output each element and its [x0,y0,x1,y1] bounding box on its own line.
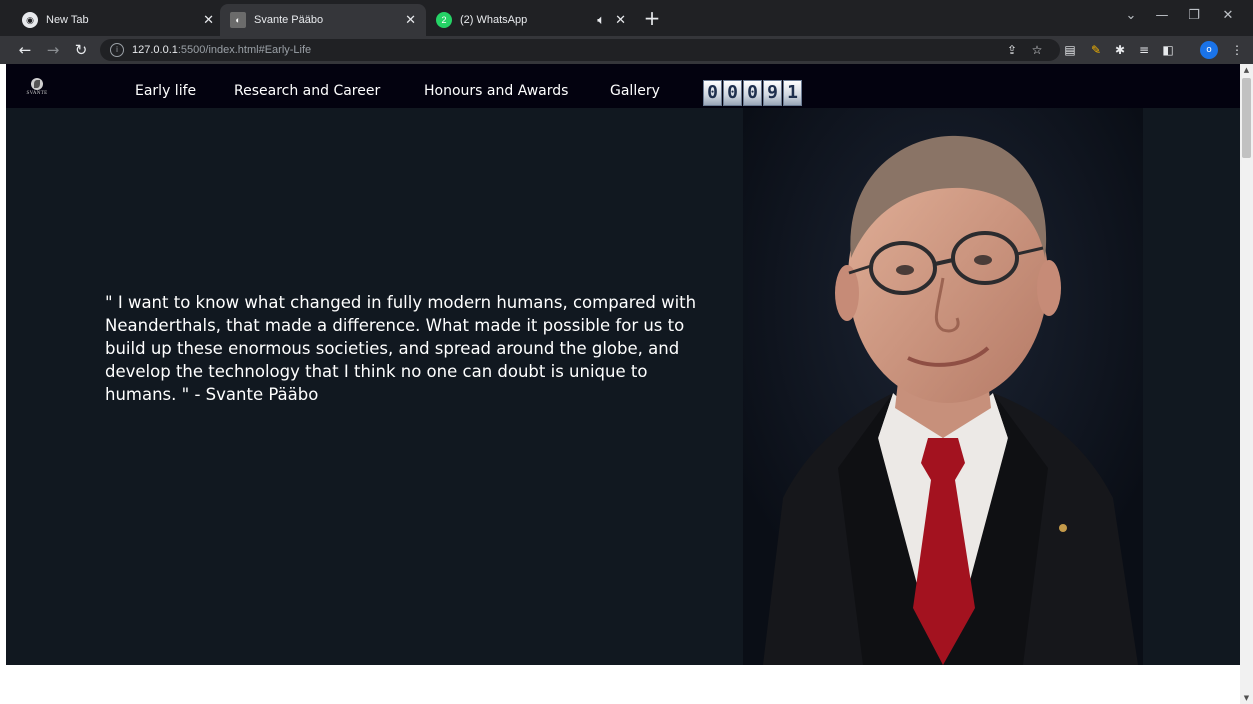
tab-search-chevron-icon[interactable]: ⌄ [1117,4,1145,28]
url-path: :5500/index.html#Early-Life [177,44,312,56]
new-tab-button[interactable]: + [640,6,664,30]
browser-tab-strip: ◉ New Tab ✕ ◐ Svante Pääbo ✕ 2 (2) Whats… [0,0,1253,36]
back-button[interactable]: ← [14,39,36,61]
reading-list-icon[interactable]: ≡ [1134,40,1154,60]
side-panel-icon[interactable]: ◧ [1158,40,1178,60]
minimize-button[interactable]: — [1148,4,1176,28]
profile-avatar[interactable]: o [1200,41,1218,59]
logo-mark-icon [31,78,43,90]
reload-button[interactable]: ↻ [70,39,92,61]
url-host: 127.0.0.1 [132,44,178,56]
scroll-down-arrow-icon[interactable]: ▼ [1240,692,1253,704]
menu-kebab-icon[interactable]: ⋮ [1227,40,1247,60]
site-container: SVANTE Early life Research and Career Ho… [6,64,1240,665]
scroll-up-arrow-icon[interactable]: ▲ [1240,64,1253,76]
tab-title: Svante Pääbo [254,14,324,26]
nav-link-research-and-career[interactable]: Research and Career [234,83,380,99]
tab-title: New Tab [46,14,89,26]
extensions-puzzle-icon[interactable]: ✱ [1110,40,1130,60]
hero-quote: " I want to know what changed in fully m… [105,292,697,404]
tab-whatsapp[interactable]: 2 (2) WhatsApp 🔈︎ ✕ [426,4,636,36]
close-window-button[interactable]: ✕ [1214,4,1242,28]
extension-pen-icon[interactable]: ✎ [1086,40,1106,60]
nav-link-gallery[interactable]: Gallery [610,83,660,99]
tab-svante-paabo[interactable]: ◐ Svante Pääbo ✕ [220,4,426,36]
share-icon[interactable]: ⇪ [1002,40,1022,60]
portrait-illustration [743,108,1143,665]
tab-title: (2) WhatsApp [460,14,528,26]
counter-digit: 1 [783,80,802,106]
browser-toolbar: ← → ↻ i 127.0.0.1 :5500/index.html#Early… [0,36,1253,64]
forward-button[interactable]: → [42,39,64,61]
site-logo[interactable]: SVANTE [24,78,50,100]
nav-link-early-life[interactable]: Early life [135,83,196,99]
counter-digit: 0 [723,80,742,106]
close-tab-icon[interactable]: ✕ [615,12,626,28]
site-navbar: SVANTE Early life Research and Career Ho… [6,64,1240,108]
counter-digit: 0 [703,80,722,106]
counter-digit: 9 [763,80,782,106]
counter-digit: 0 [743,80,762,106]
portrait-photo [743,108,1143,665]
extension-note-icon[interactable]: ▤ [1060,40,1080,60]
whatsapp-icon: 2 [436,12,452,28]
chrome-icon: ◉ [22,12,38,28]
tab-new-tab[interactable]: ◉ New Tab ✕ [12,4,224,36]
site-info-icon[interactable]: i [110,43,124,57]
page-scrollbar[interactable]: ▲ ▼ [1240,64,1253,704]
restore-button[interactable]: ❐ [1180,4,1208,28]
logo-text: SVANTE [26,91,48,96]
page-viewport: SVANTE Early life Research and Career Ho… [0,64,1253,704]
svante-logo-icon: ◐ [230,12,246,28]
audio-playing-icon[interactable]: 🔈︎ [597,12,605,28]
nav-link-honours-and-awards[interactable]: Honours and Awards [424,83,568,99]
close-tab-icon[interactable]: ✕ [203,12,214,28]
visitor-counter: 0 0 0 9 1 [703,80,803,106]
scrollbar-thumb[interactable] [1242,78,1251,158]
bookmark-star-icon[interactable]: ☆ [1027,40,1047,60]
address-bar[interactable]: i 127.0.0.1 :5500/index.html#Early-Life [100,39,1060,61]
close-tab-icon[interactable]: ✕ [405,12,416,28]
